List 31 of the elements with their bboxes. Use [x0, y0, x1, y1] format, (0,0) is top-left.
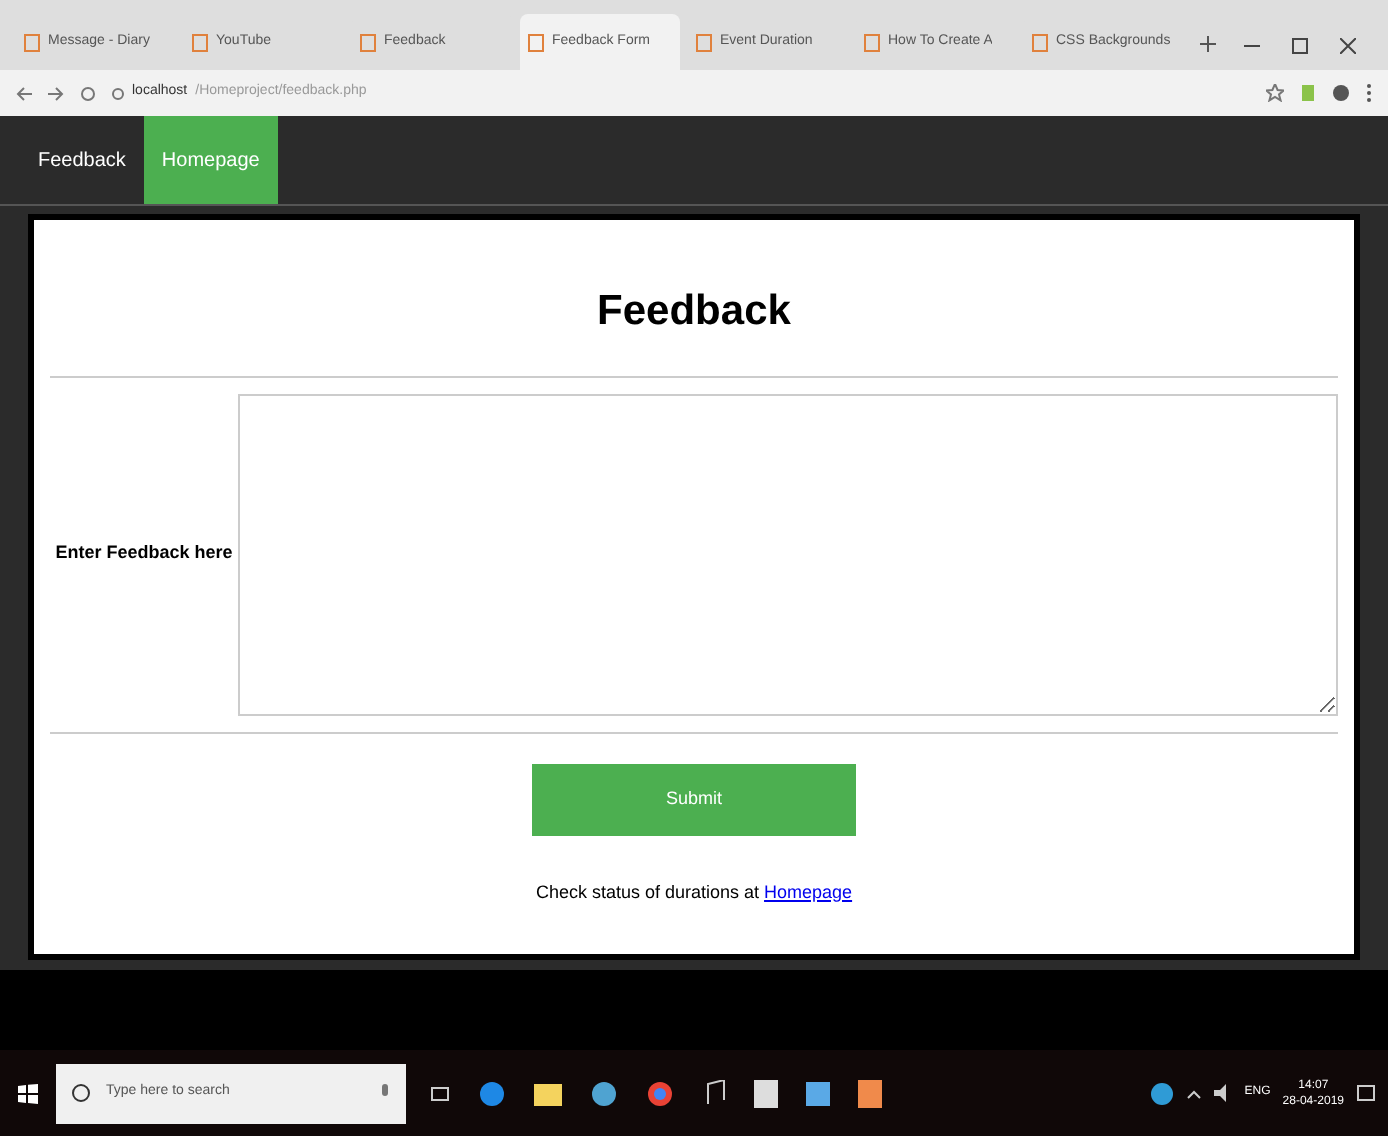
menu-icon[interactable]: [1366, 84, 1372, 102]
status-text: Check status of durations at Homepage: [533, 879, 855, 906]
field-label: Enter Feedback here: [53, 540, 235, 567]
page-icon: [360, 33, 376, 51]
microphone-icon[interactable]: [380, 1084, 390, 1102]
maximize-icon[interactable]: [1292, 38, 1308, 54]
page-icon: [864, 33, 880, 51]
windows-start-icon[interactable]: [18, 1083, 38, 1103]
chevron-up-icon[interactable]: [1186, 1087, 1203, 1099]
form-title: Feedback: [595, 286, 793, 338]
folder-icon[interactable]: [534, 1081, 562, 1105]
page-icon: [696, 33, 712, 51]
page-icon: [1032, 33, 1048, 51]
new-tab-icon[interactable]: [1200, 36, 1216, 52]
homepage-link[interactable]: Homepage: [764, 881, 853, 901]
close-icon[interactable]: [1340, 38, 1356, 54]
notification-icon[interactable]: [1356, 1083, 1376, 1103]
reload-icon[interactable]: [80, 85, 96, 101]
file-icon[interactable]: [858, 1079, 882, 1107]
page-icon: [192, 33, 208, 51]
app-icon[interactable]: [590, 1079, 618, 1107]
page-icon: [528, 33, 544, 51]
back-icon[interactable]: [16, 85, 32, 101]
page-icon: [24, 33, 40, 51]
window-icon[interactable]: [806, 1081, 830, 1105]
star-icon[interactable]: [1266, 84, 1284, 102]
forward-icon[interactable]: [48, 85, 64, 101]
task-view-icon[interactable]: [430, 1083, 450, 1103]
chrome-icon[interactable]: [646, 1079, 674, 1107]
document-icon[interactable]: [754, 1079, 778, 1107]
nav-link[interactable]: Feedback: [20, 116, 144, 204]
